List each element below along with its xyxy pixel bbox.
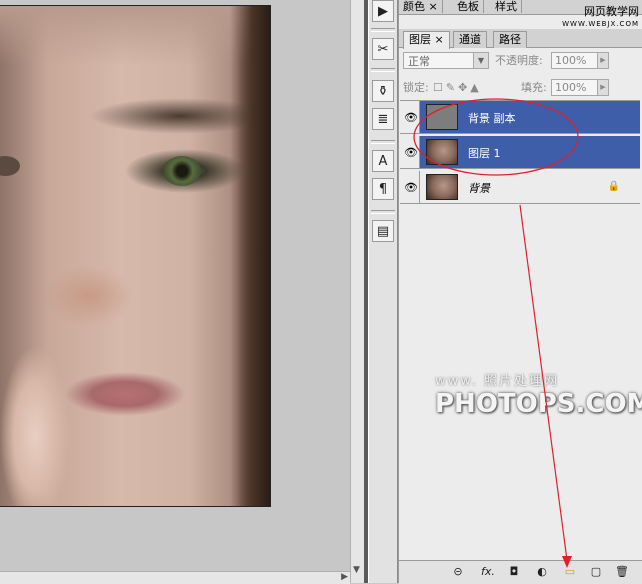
site-watermark: 网页教学网 WWW.WEBJX.COM (562, 5, 639, 29)
tab-paths[interactable]: 路径 (493, 31, 527, 48)
photo-hair-right (230, 6, 270, 506)
brush-icon[interactable]: ⚱ (372, 80, 394, 102)
dock-separator (371, 210, 395, 214)
dock-separator (371, 68, 395, 72)
lock-label: 锁定: (403, 81, 429, 94)
character-icon[interactable]: A (372, 150, 394, 172)
eye-icon: 👁 (404, 181, 418, 194)
dock-separator (371, 140, 395, 144)
scroll-down-icon[interactable]: ▼ (353, 565, 360, 575)
visibility-toggle[interactable]: 👁 (400, 171, 420, 203)
play-action-icon[interactable]: ▶ (372, 0, 394, 22)
opacity-field[interactable]: 100% ▶ (551, 52, 609, 69)
vertical-scrollbar[interactable]: ▼ (350, 0, 365, 583)
photo-eye (163, 156, 201, 186)
layers-panel-tabs: 图层 × 通道 路径 (399, 29, 642, 49)
blend-mode-select[interactable]: 正常 ▼ (403, 52, 489, 69)
layers-bottom-bar: ⊝ fx. ◘ ◐ ▭ ▢ 🗑 (399, 560, 642, 584)
notes-icon[interactable]: ▤ (372, 220, 394, 242)
chevron-down-icon: ▼ (473, 53, 488, 68)
tab-channels[interactable]: 通道 (453, 31, 487, 48)
fill-field[interactable]: 100% ▶ (551, 79, 609, 96)
visibility-toggle[interactable]: 👁 (400, 101, 420, 133)
chevron-right-icon[interactable]: ▶ (597, 53, 608, 68)
canvas-area[interactable]: ▶ (0, 0, 350, 584)
layer-thumbnail (426, 174, 458, 200)
document-photo[interactable] (0, 5, 271, 507)
photops-watermark: www. 照片处理网 PHOTOPS.COM (435, 374, 642, 419)
layer-mask-icon[interactable]: ◘ (505, 564, 523, 580)
eye-icon: 👁 (404, 111, 418, 124)
tab-styles[interactable]: 样式 (491, 0, 522, 13)
new-group-icon[interactable]: ▭ (561, 564, 579, 580)
layer-options-row: 正常 ▼ 不透明度: 100% ▶ (403, 52, 639, 70)
layer-row[interactable]: 👁 背景 副本 (400, 101, 640, 134)
adjustment-layer-icon[interactable]: ◐ (533, 564, 551, 580)
layer-thumbnail (426, 139, 458, 165)
scroll-right-icon[interactable]: ▶ (341, 572, 348, 582)
tab-layers[interactable]: 图层 × (403, 31, 450, 49)
eye-icon: 👁 (404, 146, 418, 159)
paragraph-icon[interactable]: ¶ (372, 178, 394, 200)
opacity-label: 不透明度: (495, 54, 543, 67)
fill-label: 填充: (521, 81, 547, 94)
dock-separator (371, 28, 395, 32)
layer-name: 图层 1 (468, 147, 501, 160)
link-layers-icon[interactable]: ⊝ (449, 564, 467, 580)
photo-eye-left (0, 156, 20, 176)
lock-options-icons[interactable]: ☐✎✥▲ (433, 81, 482, 94)
horizontal-scrollbar[interactable]: ▶ (0, 571, 350, 584)
layer-row[interactable]: 👁 背景 🔒 (400, 171, 640, 204)
tools-icon[interactable]: ✂ (372, 38, 394, 60)
new-layer-icon[interactable]: ▢ (587, 564, 605, 580)
fx-icon[interactable]: fx. (479, 564, 497, 580)
lock-icon: 🔒 (607, 181, 620, 192)
panel-dock-icons: ▶ ✂ ⚱ ≣ A ¶ ▤ (368, 0, 398, 583)
visibility-toggle[interactable]: 👁 (400, 136, 420, 168)
lock-row: 锁定: ☐✎✥▲ 填充: 100% ▶ (403, 79, 639, 97)
layer-name: 背景 (468, 182, 490, 195)
panels-column: 颜色 × 色板 样式 网页教学网 WWW.WEBJX.COM 图层 × 通道 路… (398, 0, 642, 584)
trash-icon[interactable]: 🗑 (613, 564, 631, 580)
clone-source-icon[interactable]: ≣ (372, 108, 394, 130)
chevron-right-icon[interactable]: ▶ (597, 80, 608, 95)
tab-swatches[interactable]: 色板 (453, 0, 484, 13)
tab-color[interactable]: 颜色 × (399, 0, 443, 13)
layer-thumbnail (426, 104, 458, 130)
layer-row[interactable]: 👁 图层 1 (400, 136, 640, 169)
layer-name: 背景 副本 (468, 112, 516, 125)
